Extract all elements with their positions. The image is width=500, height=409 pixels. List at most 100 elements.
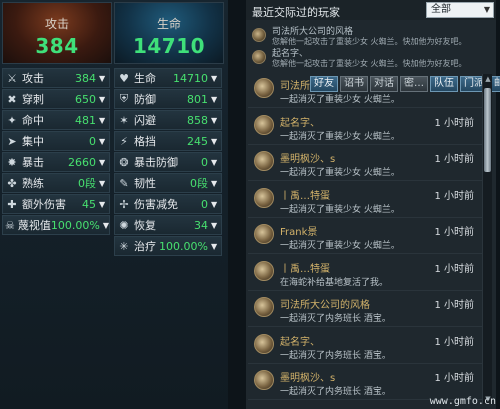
avatar[interactable] [254,260,274,281]
context-menu-button[interactable]: 诏书 [340,76,368,92]
stat-label: 熟练 [22,177,44,190]
player-name[interactable]: 司法所大公司的风格 [280,296,370,311]
context-menu-button[interactable]: 密… [400,76,428,92]
filter-dropdown[interactable]: 全部 ▼ [426,2,494,18]
chevron-down-icon[interactable]: ▼ [211,158,219,167]
stat-row[interactable]: ✳ 治疗 100.00% ▼ [114,236,222,256]
life-summary-card: 生命 14710 [114,2,224,64]
stat-row[interactable]: ✶ 闪避 858 ▼ [114,110,222,130]
player-name[interactable]: Frank景 [280,223,317,238]
life-card-label: 生命 [156,17,181,31]
chevron-down-icon[interactable]: ▼ [99,158,107,167]
stat-row[interactable]: ⛨ 防御 801 ▼ [114,89,222,109]
stat-row[interactable]: ⚔ 攻击 384 ▼ [2,68,110,88]
stat-row[interactable]: ⚡ 格挡 245 ▼ [114,131,222,151]
avatar[interactable] [254,78,274,98]
player-activity: 一起消灭了重装少女 火蜘兰。 [280,131,400,142]
avatar[interactable] [254,297,274,317]
stat-row[interactable]: ✎ 韧性 0段 ▼ [114,173,222,193]
chevron-down-icon[interactable]: ▼ [99,74,107,83]
chevron-down-icon[interactable]: ▼ [99,200,107,209]
player-last-seen: 1 小时前 [434,336,474,348]
chevron-down-icon[interactable]: ▼ [99,95,107,104]
heal-icon: ✳ [119,239,129,253]
stat-label: 闪避 [134,114,156,127]
player-row[interactable]: 司法所大公司的风格 1 小时前 一起消灭了内务班长 酒宝。 [248,293,482,327]
player-row[interactable]: 起名字、 1 小时前一起消灭了内务班长 酒宝。 [248,330,482,364]
stat-row[interactable]: ✦ 命中 481 ▼ [2,110,110,130]
recovery-icon: ✺ [119,218,129,232]
critical-icon: ✸ [7,155,17,169]
mastery-icon: ✤ [7,176,17,190]
extra-damage-icon: ✚ [7,197,17,211]
chevron-down-icon[interactable]: ▼ [99,116,107,125]
chevron-down-icon[interactable]: ▼ [211,95,219,104]
recent-item[interactable]: 起名字、 您解他一起攻击了重装少女 火蜘兰。快加他为好友吧。 [250,46,490,72]
avatar[interactable] [254,114,274,135]
stat-row[interactable]: ♥ 生命 14710 ▼ [114,68,222,88]
avatar[interactable] [254,187,274,208]
player-last-seen: 1 小时前 [434,300,474,311]
player-name[interactable]: 起名字、 [280,333,320,348]
player-name[interactable]: 起名字、 [280,114,320,129]
player-name[interactable]: 墨明枫沙、s [280,369,335,384]
block-icon: ⚡ [120,134,128,148]
player-row[interactable]: 起名字、 1 小时前 一起消灭了重装少女 火蜘兰。 [248,111,482,145]
context-menu-button[interactable]: 对话 [370,76,398,92]
stat-row[interactable]: ➤ 集中 0 ▼ [2,131,110,151]
player-row[interactable]: 墨明枫沙、s 1 小时前一起消灭了内务班长 酒宝。 [248,366,482,400]
crossed-swords-icon: ⚔ [7,71,17,85]
stat-row[interactable]: ✺ 恢复 34 ▼ [114,215,222,235]
stat-row[interactable]: ✤ 熟练 0段 ▼ [2,173,110,193]
player-last-seen: 1 小时前 [434,373,474,384]
chevron-down-icon[interactable]: ▼ [211,200,219,209]
player-row[interactable]: 丨禹…特蛋 1 小时前 在海蛇补给基地复活了我。 [248,257,482,291]
stat-row[interactable]: ✚ 额外伤害 45 ▼ [2,194,110,214]
context-menu-button[interactable]: 队伍 [430,76,458,92]
stat-label: 防御 [134,93,156,106]
stat-label: 集中 [22,135,44,148]
player-context-menu: 好友诏书对话密…队伍门派邮件 [310,76,500,92]
chevron-down-icon[interactable]: ▼ [211,179,219,188]
player-name[interactable]: 墨明枫沙、s [280,150,335,165]
stat-label: 蔑视值 [17,219,51,232]
avatar[interactable] [254,370,274,390]
player-row[interactable]: 丨禹…特蛋 1 小时前 一起消灭了重装少女 火蜘兰。 [248,184,482,218]
chevron-down-icon[interactable]: ▼ [211,74,219,83]
chevron-down-icon[interactable]: ▼ [211,242,219,251]
scroll-up-arrow-icon[interactable]: ▲ [483,74,493,84]
stat-row[interactable]: ✖ 穿刺 650 ▼ [2,89,110,109]
chevron-down-icon[interactable]: ▼ [211,137,219,146]
stat-value: 245 [187,134,208,148]
avatar[interactable] [254,151,274,171]
chevron-down-icon[interactable]: ▼ [99,137,107,146]
stat-value: 2660 [68,155,96,169]
stat-row[interactable]: ✢ 伤害减免 0 ▼ [114,194,222,214]
stat-value: 481 [75,113,96,127]
avatar[interactable] [254,224,274,244]
stat-value: 14710 [173,71,208,85]
player-activity: 一起消灭了重装少女 火蜘兰。 [280,241,400,251]
context-menu-button[interactable]: 好友 [310,76,338,92]
scroll-thumb[interactable] [484,88,491,172]
player-row[interactable]: 司法所一起消灭了重装少女 火蜘兰。 好友诏书对话密…队伍门派邮件 [248,74,500,108]
stat-row[interactable]: ☠ 蔑视值 100.00% ▼ [2,215,110,235]
player-name[interactable]: 司法所 [280,77,310,92]
panel-title: 最近交际过的玩家 [252,6,340,19]
player-row[interactable]: Frank景 1 小时前 一起消灭了重装少女 火蜘兰。 [248,220,482,254]
player-activity: 一起消灭了内务班长 酒宝。 [280,387,391,397]
chevron-down-icon[interactable]: ▼ [99,179,107,188]
avatar[interactable] [254,333,274,354]
player-row[interactable]: 墨明枫沙、s 1 小时前 一起消灭了重装少女 火蜘兰。 [248,147,482,181]
stat-row[interactable]: ❂ 暴击防御 0 ▼ [114,152,222,172]
player-name[interactable]: 丨禹…特蛋 [280,187,330,202]
chevron-down-icon[interactable]: ▼ [103,221,109,230]
chevron-down-icon[interactable]: ▼ [211,116,219,125]
stat-row[interactable]: ✸ 暴击 2660 ▼ [2,152,110,172]
stat-value: 34 [194,218,208,232]
player-list-scrollbar[interactable]: ▲ ▼ [482,74,492,404]
player-activity: 一起消灭了内务班长 酒宝。 [280,350,391,361]
player-name[interactable]: 丨禹…特蛋 [280,260,330,275]
chevron-down-icon[interactable]: ▼ [211,221,219,230]
focus-icon: ➤ [7,134,17,148]
